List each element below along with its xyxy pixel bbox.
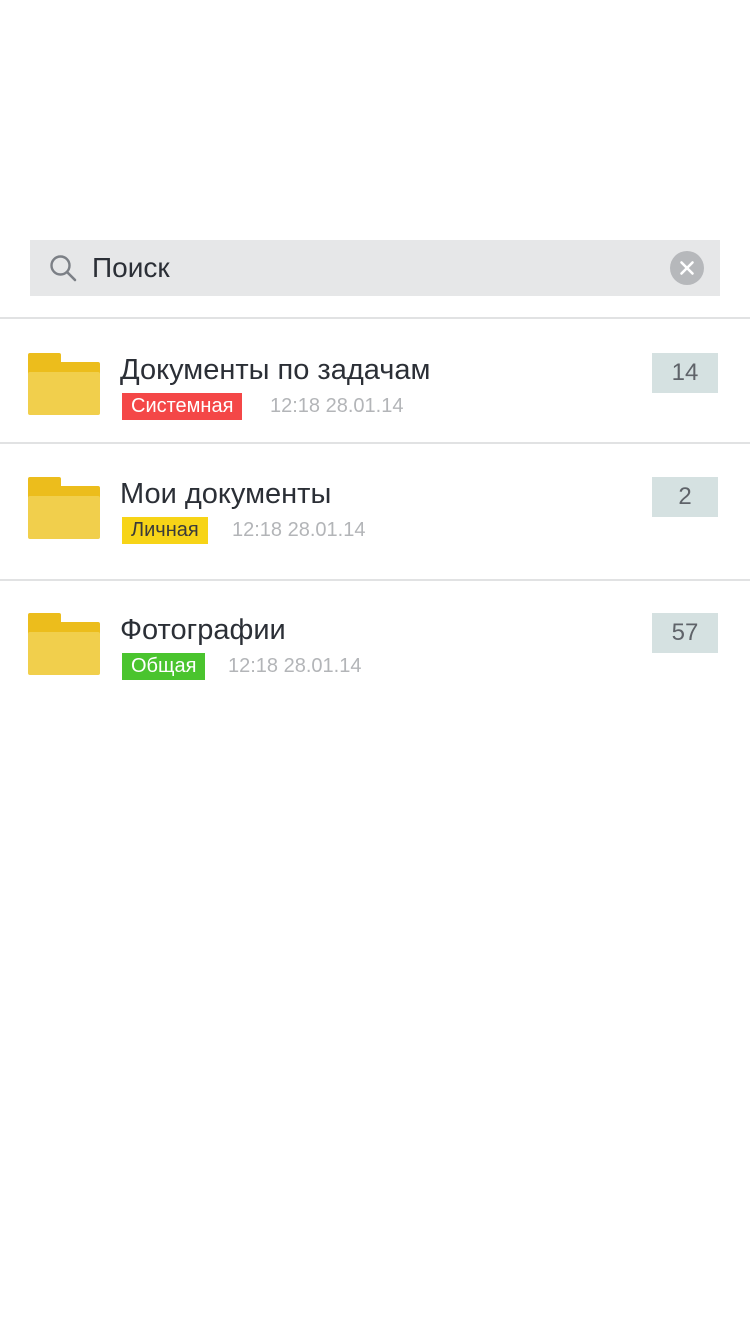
- folder-row[interactable]: Документы по задачам Системная 12:18 28.…: [0, 353, 750, 443]
- folder-count-badge: 14: [652, 353, 718, 393]
- folder-type-badge: Общая: [122, 653, 206, 680]
- close-icon[interactable]: [670, 251, 704, 285]
- folder-name: Фотографии: [120, 614, 286, 646]
- divider: [0, 317, 750, 319]
- divider: [0, 442, 750, 444]
- folder-name: Мои документы: [120, 478, 332, 510]
- search-icon: [48, 253, 78, 283]
- folder-count-badge: 57: [652, 613, 718, 653]
- divider: [0, 579, 750, 581]
- folder-icon: [28, 477, 100, 539]
- folder-name: Документы по задачам: [120, 354, 431, 386]
- folder-date: 12:18 28.01.14: [228, 655, 362, 677]
- folder-type-badge: Личная: [122, 517, 208, 544]
- folder-row[interactable]: Фотографии Общая 12:18 28.01.14 57: [0, 613, 750, 703]
- folder-date: 12:18 28.01.14: [232, 519, 366, 541]
- search-input[interactable]: [92, 240, 652, 296]
- folder-type-badge: Системная: [122, 393, 243, 420]
- folder-date: 12:18 28.01.14: [270, 395, 404, 417]
- folder-row[interactable]: Мои документы Личная 12:18 28.01.14 2: [0, 477, 750, 567]
- folder-count-badge: 2: [652, 477, 718, 517]
- folder-icon: [28, 353, 100, 415]
- folder-icon: [28, 613, 100, 675]
- search-bar[interactable]: [30, 240, 720, 296]
